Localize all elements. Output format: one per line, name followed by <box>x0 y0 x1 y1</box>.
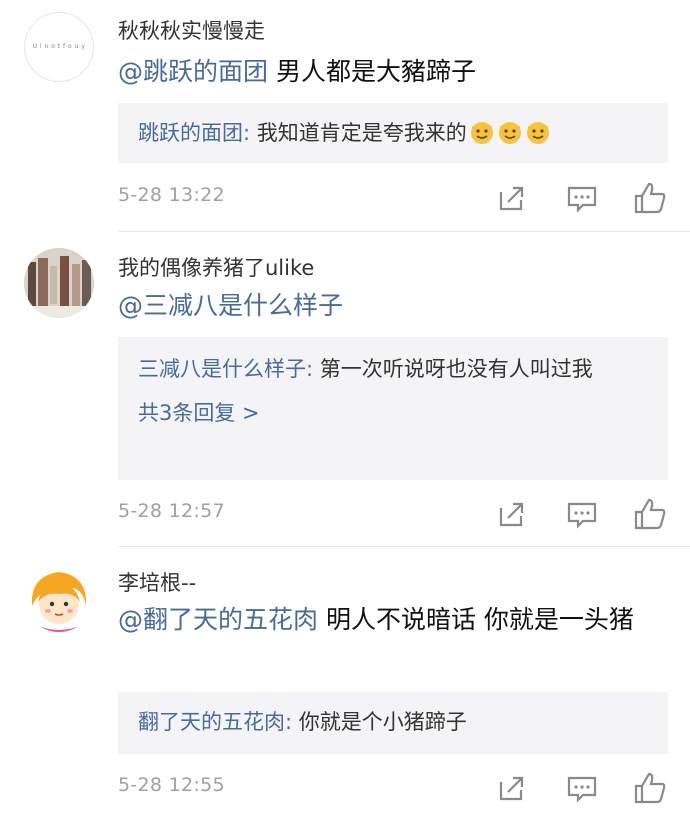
comment-meta: 5-28 13:22 <box>118 178 670 218</box>
quoted-username[interactable]: 跳跃的面团: <box>138 121 250 145</box>
comment-icon <box>567 502 597 529</box>
divider <box>118 231 690 232</box>
avatar-photo <box>24 248 94 318</box>
divider <box>118 546 690 547</box>
comment-button[interactable] <box>562 494 602 534</box>
comment-meta: 5-28 12:55 <box>118 768 670 808</box>
timestamp: 5-28 12:57 <box>118 500 225 522</box>
thumbs-up-icon <box>634 498 666 530</box>
quoted-reply[interactable]: 翻了天的五花肉: 你就是个小猪蹄子 <box>118 692 668 754</box>
quoted-text: 第一次听说呀也没有人叫过我 <box>313 357 593 381</box>
thumbs-up-icon <box>634 182 666 214</box>
comment-button[interactable] <box>562 768 602 808</box>
share-icon <box>499 776 524 801</box>
cat-face-emoji-icon <box>467 121 495 145</box>
mention-link[interactable]: @三减八是什么样子 <box>118 291 343 320</box>
comment-text: @三减八是什么样子 <box>118 284 673 328</box>
thumbs-up-icon <box>634 772 666 804</box>
share-icon <box>499 186 524 211</box>
avatar[interactable]: U i n o t f o u y <box>24 12 94 82</box>
share-button[interactable] <box>492 178 532 218</box>
quoted-username[interactable]: 翻了天的五花肉: <box>138 710 292 734</box>
like-button[interactable] <box>630 494 670 534</box>
share-button[interactable] <box>492 494 532 534</box>
comment-body: 明人不说暗话 你就是一头猪 <box>318 605 634 634</box>
avatar-logo-text: U i n o t f o u y <box>32 43 86 50</box>
share-button[interactable] <box>492 768 532 808</box>
avatar[interactable] <box>24 562 94 632</box>
timestamp: 5-28 12:55 <box>118 774 225 796</box>
comment-icon <box>567 186 597 213</box>
username[interactable]: 李培根-- <box>118 567 196 597</box>
view-replies-link[interactable]: 共3条回复 > <box>138 395 648 431</box>
like-button[interactable] <box>630 178 670 218</box>
comment-icon <box>567 776 597 803</box>
comment-button[interactable] <box>562 178 602 218</box>
comment-text: @翻了天的五花肉 明人不说暗话 你就是一头猪 <box>118 598 673 642</box>
cat-face-emoji-icon <box>495 121 523 145</box>
share-icon <box>499 502 524 527</box>
avatar[interactable] <box>24 248 94 318</box>
quoted-reply[interactable]: 跳跃的面团: 我知道肯定是夸我来的 <box>118 103 668 163</box>
quoted-username[interactable]: 三减八是什么样子: <box>138 357 313 381</box>
username[interactable]: 我的偶像养猪了ulike <box>118 252 314 282</box>
quoted-reply[interactable]: 三减八是什么样子: 第一次听说呀也没有人叫过我 共3条回复 > <box>118 337 668 480</box>
username[interactable]: 秋秋秋实慢慢走 <box>118 15 265 45</box>
avatar-cartoon <box>24 562 94 632</box>
quoted-text: 你就是个小猪蹄子 <box>292 710 467 734</box>
mention-link[interactable]: @翻了天的五花肉 <box>118 605 318 634</box>
cat-face-emoji-icon <box>523 121 551 145</box>
comment-body: 男人都是大豬蹄子 <box>268 57 476 86</box>
timestamp: 5-28 13:22 <box>118 184 225 206</box>
quoted-text: 我知道肯定是夸我来的 <box>250 121 467 145</box>
comment-text: @跳跃的面团 男人都是大豬蹄子 <box>118 50 673 94</box>
like-button[interactable] <box>630 768 670 808</box>
mention-link[interactable]: @跳跃的面团 <box>118 57 268 86</box>
comment-meta: 5-28 12:57 <box>118 494 670 534</box>
